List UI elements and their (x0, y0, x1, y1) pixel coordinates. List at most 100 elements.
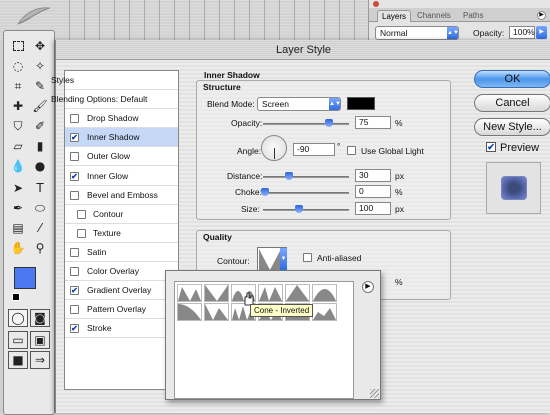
shape-tool-icon[interactable]: ⬭ (30, 199, 50, 217)
move-tool-icon[interactable]: ✥ (30, 37, 50, 55)
layer-blend-mode-value: Normal (380, 28, 408, 38)
style-checkbox[interactable] (70, 247, 79, 257)
distance-slider-thumb[interactable] (285, 172, 293, 180)
choke-input[interactable]: 0 (355, 185, 391, 198)
opacity-arrow-icon[interactable]: ▶ (536, 26, 547, 39)
layer-blend-mode-select[interactable]: Normal ▲▼ (375, 26, 459, 40)
style-checkbox[interactable]: ✔ (70, 171, 79, 181)
style-item-drop-shadow[interactable]: Drop Shadow (65, 109, 178, 129)
contour-preset[interactable] (312, 303, 337, 321)
style-checkbox[interactable] (77, 209, 86, 219)
style-checkbox[interactable] (70, 114, 79, 124)
type-tool-icon[interactable]: T (30, 179, 50, 197)
style-item-bevel-and-emboss[interactable]: Bevel and Emboss (65, 186, 178, 205)
resize-grip-icon[interactable] (370, 389, 379, 398)
magic-wand-tool-icon[interactable]: ✧ (30, 57, 50, 75)
angle-input[interactable]: -90 (293, 143, 335, 156)
style-item-satin[interactable]: Satin (65, 243, 178, 262)
distance-slider[interactable] (263, 172, 349, 180)
style-checkbox[interactable]: ✔ (70, 286, 79, 296)
global-light-checkbox[interactable] (347, 146, 356, 155)
style-item-texture[interactable]: Texture (65, 224, 178, 243)
contour-picker[interactable]: ▼ (257, 247, 287, 271)
style-checkbox[interactable] (70, 152, 79, 162)
angle-dial[interactable] (261, 135, 287, 161)
gradient-tool-icon[interactable]: ▮ (30, 137, 50, 155)
style-checkbox[interactable]: ✔ (70, 324, 79, 334)
tab-layers[interactable]: Layers (377, 10, 412, 22)
eyedropper-tool-icon[interactable]: ⁄ (30, 219, 50, 237)
brush-tool-icon[interactable]: 🖌 (30, 97, 50, 115)
size-slider-thumb[interactable] (295, 205, 303, 213)
style-item-inner-shadow[interactable]: ✔ Inner Shadow (65, 128, 178, 148)
contour-preset[interactable] (177, 284, 202, 302)
choke-slider[interactable] (261, 188, 349, 196)
zoom-tool-icon[interactable]: ⚲ (30, 239, 50, 257)
contour-preset[interactable] (285, 284, 310, 302)
style-checkbox[interactable]: ✔ (70, 133, 79, 143)
size-input[interactable]: 100 (355, 202, 391, 215)
style-checkbox[interactable] (70, 267, 79, 276)
blur-tool-icon[interactable]: 💧 (8, 157, 28, 175)
pen-tool-icon[interactable]: ✒ (8, 199, 28, 217)
opacity-slider[interactable] (263, 119, 349, 127)
marquee-tool-icon[interactable] (8, 37, 28, 55)
full-screen-mode-icon[interactable]: ■ (8, 351, 28, 369)
eraser-tool-icon[interactable]: ▱ (8, 137, 28, 155)
tab-paths[interactable]: Paths (459, 10, 487, 22)
preview-checkbox[interactable]: ✔ (486, 142, 496, 152)
quick-mask-mode-icon[interactable]: ◙ (30, 309, 50, 327)
standard-mode-icon[interactable]: ◯ (8, 309, 28, 327)
notes-tool-icon[interactable]: ▤ (8, 219, 28, 237)
distance-input[interactable]: 30 (355, 169, 391, 182)
style-checkbox[interactable] (77, 228, 86, 238)
dialog-title: Layer Style (56, 40, 550, 60)
lasso-tool-icon[interactable]: ◌ (8, 57, 28, 75)
standard-screen-mode-icon[interactable]: ▭ (8, 331, 28, 349)
shadow-color-swatch[interactable] (347, 97, 375, 110)
tab-channels[interactable]: Channels (413, 10, 455, 22)
clone-stamp-tool-icon[interactable]: ⛉ (8, 117, 28, 135)
style-item-outer-glow[interactable]: Outer Glow (65, 147, 178, 167)
history-brush-tool-icon[interactable]: ✐ (30, 117, 50, 135)
contour-preset[interactable] (258, 284, 283, 302)
popup-menu-icon[interactable]: ▶ (362, 281, 374, 293)
choke-slider-thumb[interactable] (261, 188, 269, 196)
style-item-pattern-overlay[interactable]: Pattern Overlay (65, 300, 178, 320)
style-item-gradient-overlay[interactable]: ✔ Gradient Overlay (65, 281, 178, 301)
contour-preset[interactable] (177, 303, 202, 321)
slice-tool-icon[interactable]: ✎ (30, 77, 50, 95)
blend-mode-select[interactable]: Screen ▲▼ (257, 97, 341, 111)
opacity-slider-thumb[interactable] (325, 119, 333, 127)
full-screen-menu-mode-icon[interactable]: ▣ (30, 331, 50, 349)
size-slider[interactable] (263, 205, 349, 213)
jump-to-imageready-icon[interactable]: ⇒ (30, 351, 50, 369)
style-item-stroke[interactable]: ✔ Stroke (65, 319, 178, 339)
healing-brush-tool-icon[interactable]: ✚ (8, 97, 28, 115)
foreground-color-swatch[interactable] (14, 267, 36, 289)
palette-menu-icon[interactable]: ▶ (537, 11, 546, 20)
style-item-inner-glow[interactable]: ✔ Inner Glow (65, 167, 178, 186)
style-item-contour[interactable]: Contour (65, 205, 178, 224)
style-item-blending-options-default[interactable]: Blending Options: Default (51, 90, 178, 110)
contour-preset[interactable] (204, 303, 229, 321)
new-style-button[interactable]: New Style... (474, 118, 550, 136)
style-item-styles[interactable]: Styles (51, 71, 178, 90)
dodge-tool-icon[interactable]: ● (30, 157, 50, 175)
style-item-color-overlay[interactable]: Color Overlay (65, 262, 178, 281)
contour-preset[interactable] (204, 284, 229, 302)
hand-tool-icon[interactable]: ✋ (8, 239, 28, 257)
opacity-input[interactable]: 75 (355, 116, 391, 129)
layer-opacity-input[interactable]: 100% (509, 26, 535, 39)
cancel-button[interactable]: Cancel (474, 94, 550, 112)
anti-aliased-checkbox[interactable] (303, 253, 312, 262)
palette-close-icon[interactable] (373, 1, 379, 7)
style-checkbox[interactable] (70, 305, 79, 315)
path-selection-tool-icon[interactable]: ➤ (8, 179, 28, 197)
default-colors-icon[interactable] (12, 293, 20, 301)
style-checkbox[interactable] (70, 190, 79, 200)
crop-tool-icon[interactable]: ⌗ (8, 77, 28, 95)
chevron-down-icon: ▼ (280, 248, 287, 270)
contour-preset[interactable] (312, 284, 337, 302)
ok-button[interactable]: OK (474, 70, 550, 88)
